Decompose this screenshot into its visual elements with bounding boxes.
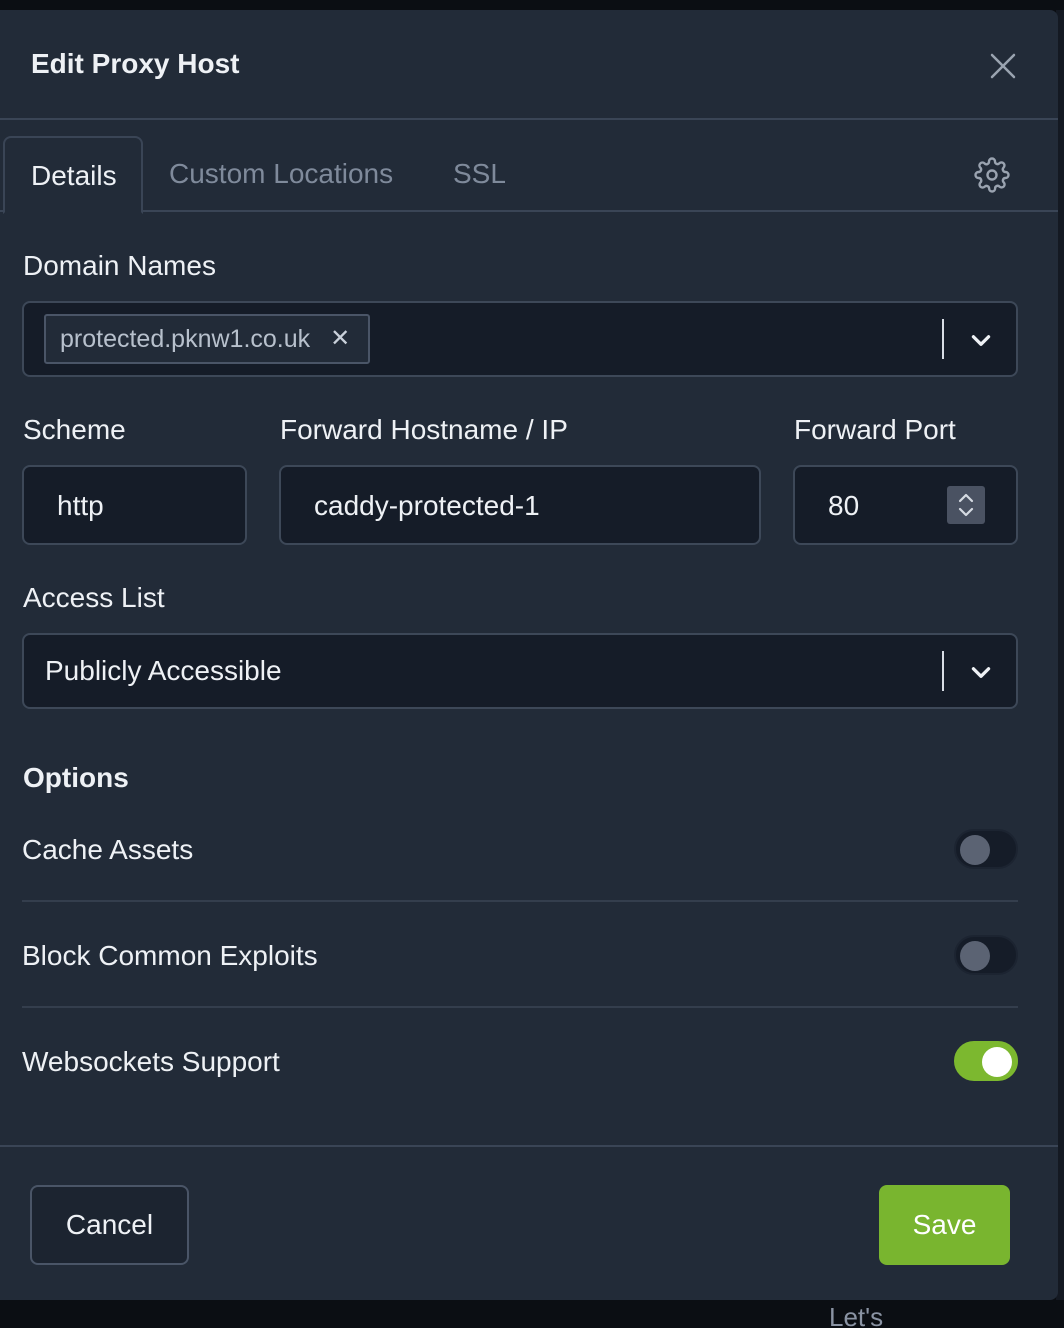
access-list-select[interactable]: Publicly Accessible <box>22 633 1018 709</box>
tab-ssl[interactable]: SSL <box>453 136 506 212</box>
options-title: Options <box>23 762 129 793</box>
background-text: Let's <box>829 1302 884 1328</box>
block-exploits-toggle[interactable] <box>954 935 1018 975</box>
cancel-button[interactable]: Cancel <box>30 1185 189 1265</box>
domain-names-label: Domain Names <box>23 250 216 281</box>
select-divider <box>942 651 944 691</box>
option-cache-assets: Cache Assets <box>22 796 1018 902</box>
port-stepper[interactable] <box>947 486 985 524</box>
scheme-label: Scheme <box>23 414 126 445</box>
access-list-label: Access List <box>23 582 165 613</box>
close-button[interactable] <box>988 51 1018 81</box>
option-label: Block Common Exploits <box>22 940 318 971</box>
chevron-down-icon[interactable] <box>968 327 994 353</box>
stepper-icon <box>958 493 974 517</box>
dialog-header: Edit Proxy Host <box>0 10 1058 120</box>
option-websockets-support: Websockets Support <box>22 1008 1018 1114</box>
domain-chip-label: protected.pknw1.co.uk <box>60 325 311 353</box>
toggle-knob <box>960 835 990 865</box>
forward-port-input[interactable]: 80 <box>793 465 1018 545</box>
dialog-footer: Cancel Save <box>0 1145 1058 1300</box>
edit-proxy-host-dialog: Edit Proxy Host Details Custom Locations… <box>0 10 1058 1300</box>
remove-domain-icon[interactable]: ✕ <box>330 316 350 362</box>
websockets-toggle[interactable] <box>954 1041 1018 1081</box>
forward-hostname-value: caddy-protected-1 <box>314 490 540 521</box>
dialog-title: Edit Proxy Host <box>31 48 240 79</box>
domain-names-select[interactable]: protected.pknw1.co.uk ✕ <box>22 301 1018 377</box>
tab-details[interactable]: Details <box>3 136 143 214</box>
forward-hostname-label: Forward Hostname / IP <box>280 414 568 445</box>
forward-port-label: Forward Port <box>794 414 956 445</box>
select-divider <box>942 319 944 359</box>
option-label: Websockets Support <box>22 1046 280 1077</box>
toggle-knob <box>960 941 990 971</box>
access-list-value: Publicly Accessible <box>45 655 282 686</box>
option-label: Cache Assets <box>22 834 194 865</box>
domain-chip: protected.pknw1.co.uk ✕ <box>44 314 371 364</box>
tab-custom-locations[interactable]: Custom Locations <box>169 136 393 212</box>
close-icon <box>990 53 1016 79</box>
chevron-down-icon[interactable] <box>968 659 994 685</box>
save-button[interactable]: Save <box>879 1185 1010 1265</box>
forward-hostname-input[interactable]: caddy-protected-1 <box>279 465 761 545</box>
scheme-input[interactable]: http <box>22 465 247 545</box>
gear-icon <box>974 157 1010 193</box>
toggle-knob <box>982 1047 1012 1077</box>
cache-assets-toggle[interactable] <box>954 829 1018 869</box>
tab-bar: Details Custom Locations SSL <box>0 120 1058 214</box>
forward-port-value: 80 <box>828 490 860 521</box>
scheme-value: http <box>57 490 104 521</box>
settings-gear-button[interactable] <box>974 157 1010 193</box>
option-block-common-exploits: Block Common Exploits <box>22 902 1018 1008</box>
